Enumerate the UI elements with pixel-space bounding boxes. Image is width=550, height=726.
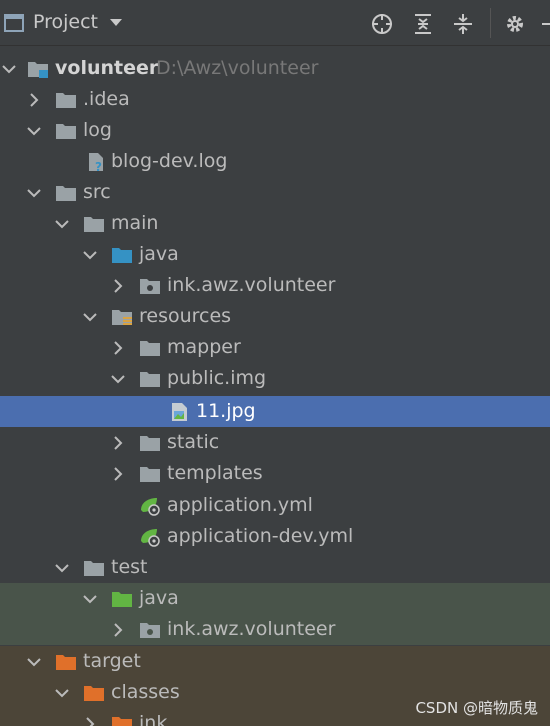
folder-icon (140, 467, 160, 482)
tree-item-path: D:\Awz\volunteer (156, 57, 319, 79)
chevron-down-icon[interactable] (83, 248, 97, 262)
tree-item-label: resources (139, 305, 232, 327)
watermark: CSDN @暗物质鬼 (415, 699, 538, 717)
tree-item-main[interactable]: main (0, 208, 550, 239)
chevron-right-icon[interactable] (111, 467, 125, 481)
folder-icon (140, 372, 160, 387)
tree-item-application-yml[interactable]: application.yml (0, 490, 550, 521)
chevron-right-icon[interactable] (27, 93, 41, 107)
tree-item-test-package[interactable]: ink.awz.volunteer (0, 614, 550, 645)
tree-item-label: java (139, 587, 179, 609)
excluded-folder-icon (56, 655, 76, 670)
tree-item-public-img[interactable]: public.img (0, 363, 550, 394)
project-tool-window: Project volunteer D:\Awz\volunteer .idea… (0, 0, 550, 726)
tree-item-label: classes (111, 681, 180, 703)
project-window-icon[interactable] (4, 13, 24, 33)
tree-item-volunteer[interactable]: volunteer D:\Awz\volunteer (0, 53, 550, 84)
test-source-folder-icon (112, 592, 132, 607)
tree-item-log[interactable]: log (0, 115, 550, 146)
tree-item-label: blog-dev.log (111, 150, 228, 172)
tree-item-11-jpg[interactable]: 11.jpg (0, 396, 550, 427)
chevron-right-icon[interactable] (111, 279, 125, 293)
folder-icon (56, 93, 76, 108)
package-icon (140, 623, 160, 638)
folder-icon (140, 436, 160, 451)
module-folder-icon (28, 62, 48, 78)
folder-icon (140, 341, 160, 356)
tree-item-label: ink.awz.volunteer (167, 274, 336, 296)
folder-icon (56, 186, 76, 201)
tree-item-label: target (83, 650, 141, 672)
excluded-folder-icon (84, 686, 104, 701)
tree-item-label: mapper (167, 336, 241, 358)
chevron-down-icon[interactable] (27, 124, 41, 138)
chevron-right-icon[interactable] (111, 341, 125, 355)
tree-item-application-dev-yml[interactable]: application-dev.yml (0, 521, 550, 552)
spring-config-icon (141, 529, 160, 547)
tree-item-label: templates (167, 462, 263, 484)
chevron-down-icon[interactable] (83, 592, 97, 606)
tree-item-label: src (83, 181, 111, 203)
tree-item-main-java[interactable]: java (0, 239, 550, 270)
folder-icon (84, 561, 104, 576)
unknown-file-icon: ? (89, 153, 103, 172)
header-separator (490, 8, 491, 38)
tree-item-mapper[interactable]: mapper (0, 332, 550, 363)
chevron-down-icon[interactable] (55, 686, 69, 700)
tree-item-label: java (139, 243, 179, 265)
expand-all-icon[interactable] (411, 12, 435, 36)
tree-item-label: static (167, 431, 220, 453)
chevron-right-icon[interactable] (111, 623, 125, 637)
hide-icon[interactable] (540, 12, 550, 36)
tree-item-label: ink.awz.volunteer (167, 618, 336, 640)
tree-item-target[interactable]: target (0, 646, 550, 677)
tree-item-label: main (111, 212, 159, 234)
tree-item-resources[interactable]: resources (0, 301, 550, 332)
folder-icon (56, 124, 76, 139)
chevron-down-icon[interactable] (55, 217, 69, 231)
tree-item-test-java[interactable]: java (0, 583, 550, 614)
collapse-all-icon[interactable] (451, 12, 475, 36)
tree-item-main-package[interactable]: ink.awz.volunteer (0, 270, 550, 301)
chevron-down-icon[interactable] (111, 372, 125, 386)
chevron-right-icon[interactable] (111, 436, 125, 450)
chevron-down-icon[interactable] (2, 62, 16, 76)
chevron-right-icon[interactable] (83, 717, 97, 726)
tree-item-static[interactable]: static (0, 427, 550, 458)
tree-item-idea[interactable]: .idea (0, 84, 550, 115)
tree-item-templates[interactable]: templates (0, 458, 550, 489)
package-icon (140, 279, 160, 294)
resources-folder-icon (112, 310, 132, 325)
tree-item-label: application-dev.yml (167, 525, 354, 547)
svg-text:?: ? (95, 160, 102, 172)
tree-item-label: public.img (167, 367, 267, 389)
tree-item-label: volunteer (55, 57, 159, 79)
tree-item-blog-dev-log[interactable]: ? blog-dev.log (0, 146, 550, 177)
tool-window-title[interactable]: Project (33, 11, 98, 33)
tree-item-label: ink (139, 712, 168, 726)
tree-item-label: .idea (83, 88, 130, 110)
tree-item-label: application.yml (167, 494, 313, 516)
tree-item-test[interactable]: test (0, 552, 550, 583)
tree-item-label: log (83, 119, 112, 141)
tree-item-label: 11.jpg (196, 400, 256, 422)
chevron-down-icon[interactable] (110, 19, 122, 27)
source-folder-icon (112, 248, 132, 263)
chevron-down-icon[interactable] (83, 310, 97, 324)
excluded-folder-icon (112, 717, 132, 726)
chevron-down-icon[interactable] (55, 561, 69, 575)
chevron-down-icon[interactable] (27, 186, 41, 200)
tree-item-label: test (111, 556, 148, 578)
tool-window-header: Project (0, 0, 550, 46)
locate-icon[interactable] (370, 12, 394, 36)
image-file-icon (172, 403, 187, 421)
spring-config-icon (141, 498, 160, 516)
chevron-down-icon[interactable] (27, 655, 41, 669)
folder-icon (84, 217, 104, 232)
tree-item-src[interactable]: src (0, 177, 550, 208)
gear-icon[interactable] (503, 12, 527, 36)
